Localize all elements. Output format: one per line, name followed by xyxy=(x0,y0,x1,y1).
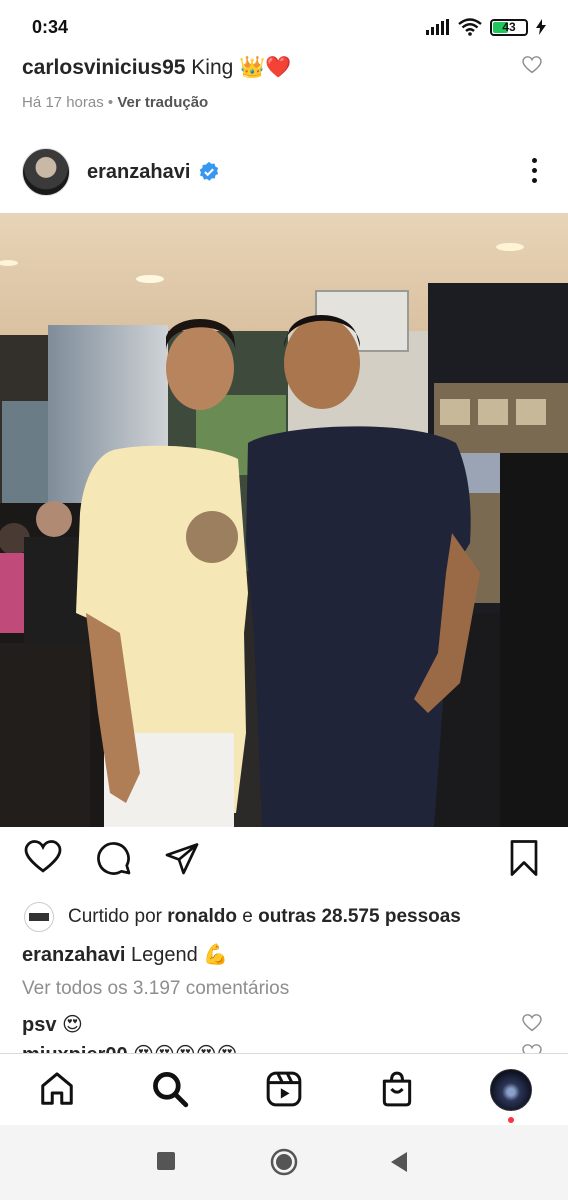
signal-icon xyxy=(426,19,449,35)
charging-bolt-icon xyxy=(536,19,546,35)
view-all-comments-link[interactable]: Ver todos os 3.197 comentários xyxy=(22,978,289,1000)
comment-text: King 👑❤️ xyxy=(191,56,292,79)
battery-level: 43 xyxy=(502,19,516,34)
shop-icon[interactable] xyxy=(378,1070,416,1108)
post-photo[interactable] xyxy=(0,213,568,827)
wifi-icon xyxy=(458,18,482,36)
bottom-nav xyxy=(0,1053,568,1125)
top-comment: carlosvinicius95 King 👑❤️ Há 17 horas • … xyxy=(22,56,542,111)
comment-bubble-icon[interactable] xyxy=(96,840,132,876)
likes-others[interactable]: outras 28.575 pessoas xyxy=(258,906,461,928)
comment-like-heart-icon[interactable] xyxy=(522,56,542,74)
notification-dot xyxy=(508,1117,514,1123)
battery-icon: 43 xyxy=(490,18,528,36)
status-icons: 43 xyxy=(426,18,546,36)
reels-icon[interactable] xyxy=(265,1070,303,1108)
liker-avatar[interactable] xyxy=(24,902,54,932)
back-button[interactable] xyxy=(389,1151,409,1173)
profile-avatar[interactable] xyxy=(490,1069,532,1111)
caption-username[interactable]: eranzahavi xyxy=(22,944,125,966)
post-header: eranzahavi xyxy=(22,148,550,196)
verified-badge-icon xyxy=(200,161,219,181)
comment-item: psv 😍 xyxy=(22,1012,542,1037)
more-options-icon[interactable] xyxy=(532,158,538,183)
likes-connector: e xyxy=(242,906,253,927)
recents-button[interactable] xyxy=(156,1151,176,1171)
likes-summary[interactable]: Curtido por ronaldo e outras 28.575 pess… xyxy=(24,902,461,932)
search-icon[interactable] xyxy=(151,1070,189,1108)
comment-username[interactable]: psv xyxy=(22,1014,56,1036)
home-button[interactable] xyxy=(269,1147,299,1177)
comment-username[interactable]: carlosvinicius95 xyxy=(22,56,185,79)
bookmark-icon[interactable] xyxy=(508,840,540,876)
comment-time: Há 17 horas xyxy=(22,94,104,111)
home-icon[interactable] xyxy=(38,1070,76,1108)
post-actions xyxy=(0,840,568,886)
meta-separator: • xyxy=(107,94,114,111)
comment-text: 😍 xyxy=(62,1014,83,1036)
caption-text: Legend 💪 xyxy=(130,944,229,966)
status-bar: 0:34 43 xyxy=(0,0,568,52)
like-heart-icon[interactable] xyxy=(24,840,62,874)
system-nav-bar xyxy=(0,1125,568,1200)
status-time: 0:34 xyxy=(32,17,69,37)
post-image xyxy=(0,213,568,827)
author-avatar[interactable] xyxy=(22,148,70,196)
likes-prefix: Curtido por xyxy=(68,906,162,927)
translate-link[interactable]: Ver tradução xyxy=(117,94,208,111)
author-username[interactable]: eranzahavi xyxy=(87,161,190,184)
likes-user[interactable]: ronaldo xyxy=(167,906,237,928)
post-caption: eranzahavi Legend 💪 xyxy=(22,942,228,967)
comment-meta: Há 17 horas • Ver tradução xyxy=(22,94,542,111)
comment-like-heart-icon[interactable] xyxy=(522,1014,542,1032)
share-send-icon[interactable] xyxy=(164,840,200,876)
